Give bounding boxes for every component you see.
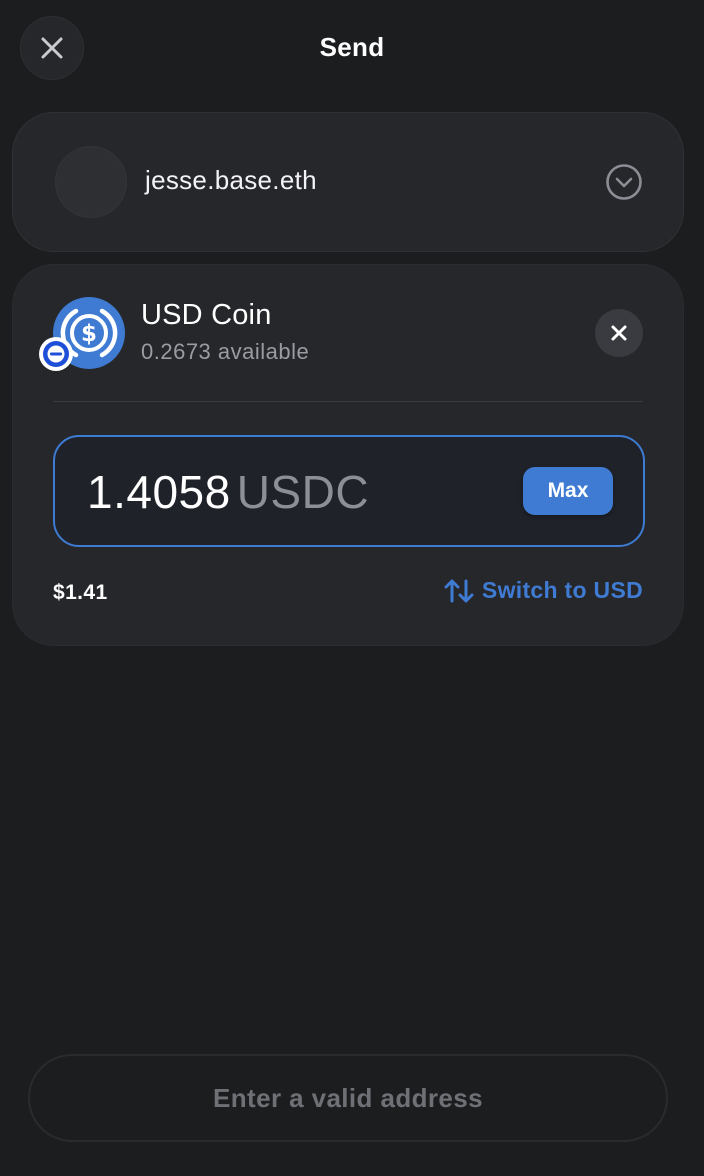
svg-text:$: $ — [81, 321, 97, 347]
asset-name: USD Coin — [141, 299, 272, 331]
amount-input[interactable]: 1.4058 USDC Max — [53, 435, 645, 547]
asset-available-balance: 0.2673 available — [141, 339, 310, 364]
close-icon — [611, 325, 627, 341]
max-button[interactable]: Max — [523, 467, 613, 515]
page-title: Send — [319, 32, 385, 62]
send-screen: Send jesse.base.eth $ USD Coin 0.2673 av… — [0, 0, 704, 1176]
minus-badge-icon — [39, 337, 73, 371]
fiat-value: $1.41 — [53, 581, 108, 604]
header: Send — [0, 0, 704, 96]
divider — [53, 401, 643, 402]
amount-value: 1.4058 — [87, 466, 231, 518]
chevron-down-circle-icon[interactable] — [605, 163, 643, 201]
amount-unit: USDC — [236, 466, 370, 518]
remove-asset-button[interactable] — [595, 309, 643, 357]
avatar — [55, 146, 127, 218]
recipient-selector[interactable]: jesse.base.eth — [12, 112, 684, 252]
switch-currency-button[interactable]: Switch to USD — [444, 577, 643, 604]
switch-currency-label: Switch to USD — [481, 577, 643, 603]
recipient-name: jesse.base.eth — [145, 165, 317, 195]
amount-value-display: 1.4058 USDC — [87, 465, 369, 519]
swap-vertical-icon — [444, 579, 474, 602]
asset-card: $ USD Coin 0.2673 available 1.4058 USDC M… — [12, 264, 684, 646]
submit-button[interactable]: Enter a valid address — [28, 1054, 668, 1142]
